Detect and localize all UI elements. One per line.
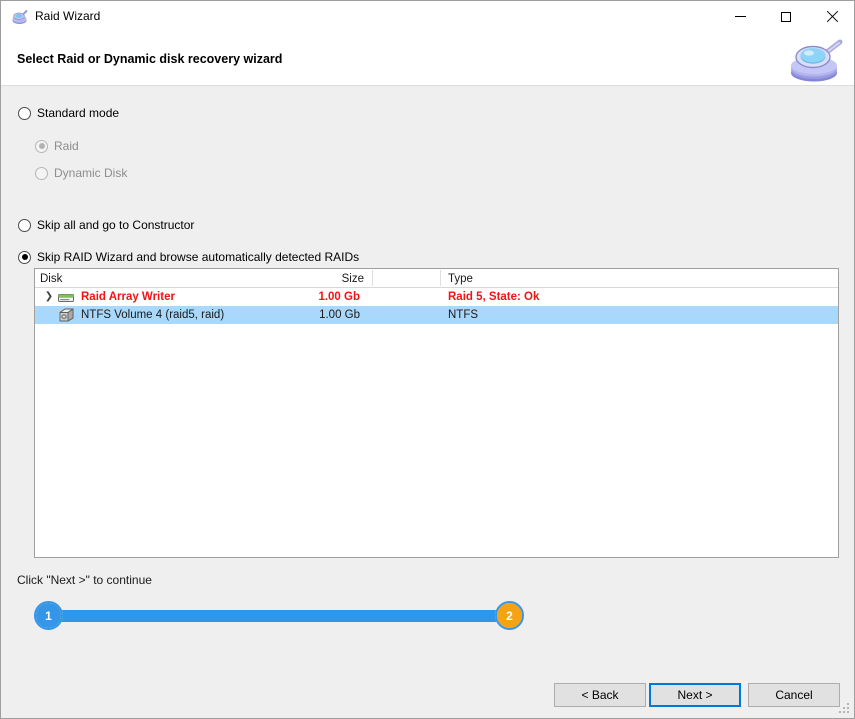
tree-row-size: 1.00 Gb bbox=[319, 309, 360, 321]
step-2-marker[interactable]: 2 bbox=[495, 601, 524, 630]
magnifier-disk-logo bbox=[787, 37, 845, 83]
title-bar: Raid Wizard bbox=[1, 1, 854, 32]
cancel-button[interactable]: Cancel bbox=[748, 683, 840, 707]
radio-indicator bbox=[18, 250, 31, 264]
radio-skip-constructor-label: Skip all and go to Constructor bbox=[37, 218, 195, 232]
column-divider[interactable] bbox=[372, 270, 373, 286]
step-2-number: 2 bbox=[506, 608, 513, 623]
maximize-button[interactable] bbox=[763, 1, 809, 32]
table-row[interactable]: NTFS Volume 4 (raid5, raid) 1.00 Gb NTFS bbox=[35, 306, 838, 324]
radio-standard-mode[interactable]: Standard mode bbox=[18, 106, 119, 120]
minimize-icon bbox=[734, 16, 746, 17]
column-header-type[interactable]: Type bbox=[441, 271, 473, 287]
radio-raid: Raid bbox=[35, 139, 79, 153]
detected-raids-tree[interactable]: Disk Size Type ❯ Raid Array Writer 1.00 … bbox=[34, 268, 839, 558]
radio-indicator bbox=[18, 106, 31, 120]
magnifier-disk-icon bbox=[11, 8, 29, 26]
next-button[interactable]: Next > bbox=[649, 683, 741, 707]
step-1-number: 1 bbox=[45, 608, 52, 623]
radio-standard-mode-label: Standard mode bbox=[37, 106, 120, 120]
raid-wizard-window: Raid Wizard Select Raid or Dynamic disk … bbox=[0, 0, 855, 719]
page-title: Select Raid or Dynamic disk recovery wiz… bbox=[17, 52, 283, 66]
radio-indicator bbox=[35, 166, 48, 180]
minimize-button[interactable] bbox=[717, 1, 763, 32]
radio-skip-wizard[interactable]: Skip RAID Wizard and browse automaticall… bbox=[18, 250, 359, 264]
radio-indicator bbox=[35, 139, 48, 153]
back-button[interactable]: < Back bbox=[554, 683, 646, 707]
close-icon bbox=[826, 11, 838, 23]
hint-text: Click "Next >" to continue bbox=[17, 573, 152, 587]
radio-dynamic-disk: Dynamic Disk bbox=[35, 166, 127, 180]
radio-skip-wizard-label: Skip RAID Wizard and browse automaticall… bbox=[37, 250, 360, 264]
step-progress-track bbox=[48, 610, 514, 622]
close-button[interactable] bbox=[809, 1, 854, 32]
window-title: Raid Wizard bbox=[35, 9, 101, 23]
table-row[interactable]: ❯ Raid Array Writer 1.00 Gb Raid 5, Stat… bbox=[35, 288, 838, 306]
column-header-size[interactable]: Size bbox=[35, 271, 369, 287]
wizard-step-indicator: 1 2 bbox=[34, 601, 524, 631]
tree-row-type: Raid 5, State: Ok bbox=[448, 291, 540, 303]
radio-dynamic-disk-label: Dynamic Disk bbox=[54, 166, 128, 180]
tree-row-size: 1.00 Gb bbox=[318, 291, 360, 303]
radio-skip-constructor[interactable]: Skip all and go to Constructor bbox=[18, 218, 194, 232]
step-1-marker[interactable]: 1 bbox=[34, 601, 63, 630]
resize-grip-icon[interactable] bbox=[839, 703, 851, 715]
maximize-icon bbox=[781, 11, 791, 22]
radio-raid-label: Raid bbox=[54, 139, 79, 153]
radio-indicator bbox=[18, 218, 31, 232]
tree-column-header: Disk Size Type bbox=[35, 269, 838, 288]
tree-row-type: NTFS bbox=[448, 309, 479, 321]
